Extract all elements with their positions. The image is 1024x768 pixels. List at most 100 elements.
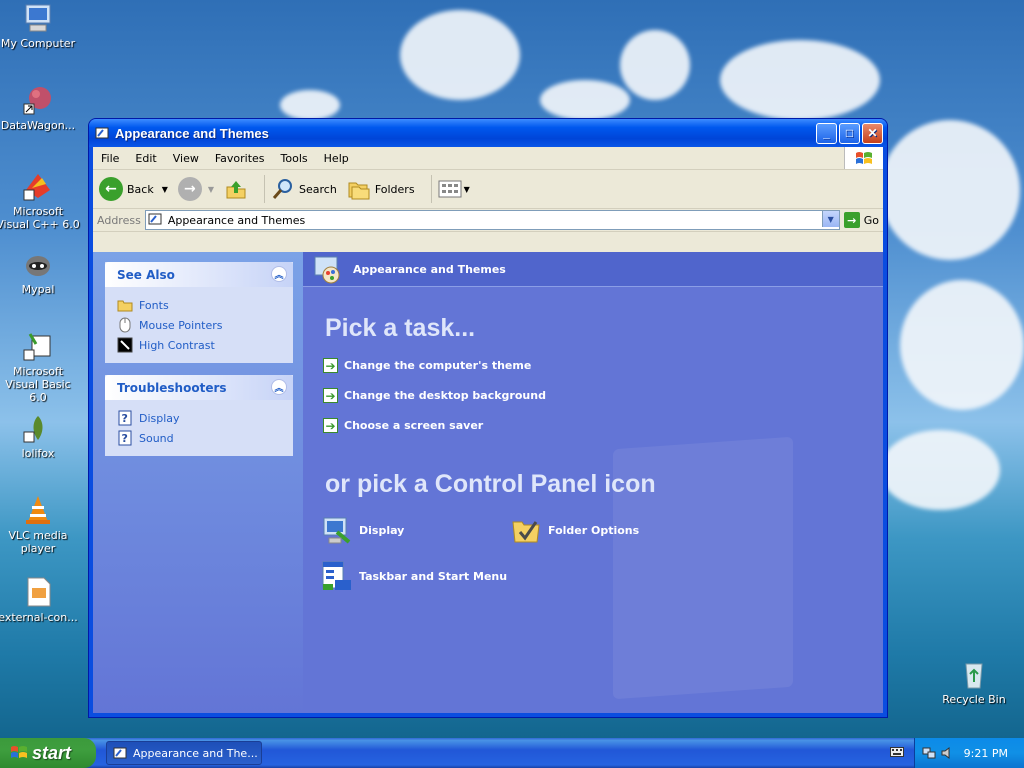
forward-button[interactable]: → ▼: [177, 177, 214, 201]
file-icon: [22, 576, 54, 608]
system-tray: 9:21 PM: [914, 738, 1024, 768]
desktop-icon-label: external-con...: [0, 611, 78, 624]
desktop-icon-label: Microsoft Visual Basic 6.0: [5, 365, 71, 404]
search-button[interactable]: Search: [271, 177, 337, 201]
pick-task-heading: Pick a task...: [325, 314, 476, 342]
menu-favorites[interactable]: Favorites: [207, 152, 273, 165]
collapse-icon[interactable]: ︽: [271, 379, 287, 395]
menu-tools[interactable]: Tools: [273, 152, 316, 165]
green-arrow-icon: ➔: [323, 358, 338, 373]
mypal-icon: [22, 248, 54, 280]
folders-button[interactable]: Folders: [347, 177, 415, 201]
minimize-button[interactable]: _: [816, 122, 837, 144]
help-icon: ?: [117, 410, 133, 426]
menu-bar: File Edit View Favorites Tools Help: [93, 147, 883, 170]
menu-help[interactable]: Help: [316, 152, 357, 165]
views-button[interactable]: ▼: [438, 179, 470, 199]
folders-icon: [348, 182, 370, 200]
appearance-themes-icon: [314, 256, 340, 284]
collapse-icon[interactable]: ︽: [271, 266, 287, 282]
link-fonts[interactable]: Fonts: [117, 295, 281, 315]
menu-file[interactable]: File: [93, 152, 127, 165]
forward-arrow-icon: →: [177, 177, 202, 201]
address-value: Appearance and Themes: [167, 213, 306, 227]
desktop-icon-lolifox[interactable]: lolifox: [0, 412, 80, 460]
menu-edit[interactable]: Edit: [127, 152, 164, 165]
troubleshooters-header[interactable]: Troubleshooters ︽: [105, 375, 293, 400]
desktop-icon-label: Recycle Bin: [942, 693, 1006, 706]
cp-icon-display[interactable]: Display: [321, 514, 404, 546]
desktop-icon-my-computer[interactable]: My Computer: [0, 2, 80, 50]
address-field[interactable]: Appearance and Themes ▼: [144, 210, 840, 230]
desktop-icon-external[interactable]: external-con...: [0, 576, 80, 624]
panel-title: Troubleshooters: [117, 380, 227, 395]
taskbar-window-button[interactable]: Appearance and The...: [106, 741, 262, 765]
back-arrow-icon: ←: [99, 177, 123, 201]
search-icon: [272, 179, 293, 199]
dropdown-arrow-icon[interactable]: ▼: [208, 185, 214, 194]
link-label: High Contrast: [139, 338, 215, 352]
go-arrow-icon: →: [843, 212, 860, 228]
title-bar[interactable]: Appearance and Themes _ □ ✕: [89, 119, 887, 147]
volume-icon[interactable]: [940, 746, 954, 760]
cp-icon-taskbar-start-menu[interactable]: Taskbar and Start Menu: [321, 560, 507, 592]
link-label: Sound: [139, 431, 174, 445]
windows-flag-icon: [11, 746, 27, 758]
task-screen-saver[interactable]: ➔ Choose a screen saver: [323, 418, 483, 433]
folders-label: Folders: [374, 182, 415, 196]
desktop-icon-label: My Computer: [0, 37, 76, 50]
up-folder-button[interactable]: [224, 177, 248, 201]
windows-logo-icon: [844, 147, 883, 169]
help-icon: ?: [117, 430, 133, 446]
address-label: Address: [97, 213, 141, 227]
link-sound-troubleshooter[interactable]: ? Sound: [117, 428, 281, 448]
menu-view[interactable]: View: [165, 152, 207, 165]
desktop-icon-label: lolifox: [21, 447, 55, 460]
taskbar-button-label: Appearance and The...: [133, 746, 258, 760]
desktop-icon-vlc[interactable]: VLC media player: [0, 494, 80, 555]
window-title: Appearance and Themes: [115, 125, 269, 141]
folder-options-icon: [512, 521, 540, 543]
pick-icon-heading: or pick a Control Panel icon: [325, 470, 656, 498]
task-pane: See Also ︽ Fonts Mouse Pointers High Con…: [93, 252, 303, 713]
desktop-icon-recycle-bin[interactable]: Recycle Bin: [932, 658, 1016, 706]
up-folder-icon: [226, 181, 246, 199]
svg-text:?: ?: [122, 412, 128, 425]
desktop-icon-datawagon[interactable]: DataWagon...: [0, 84, 80, 132]
fonts-icon: [117, 297, 133, 313]
link-display-troubleshooter[interactable]: ? Display: [117, 408, 281, 428]
visual-cpp-icon: [22, 170, 54, 202]
address-dropdown-icon[interactable]: ▼: [821, 211, 839, 227]
green-arrow-icon: ➔: [323, 418, 338, 433]
dropdown-arrow-icon[interactable]: ▼: [162, 185, 168, 194]
cp-icon-folder-options[interactable]: Folder Options: [510, 514, 639, 546]
link-high-contrast[interactable]: High Contrast: [117, 335, 281, 355]
go-button[interactable]: → Go: [843, 212, 879, 228]
task-label: Choose a screen saver: [344, 419, 484, 432]
panel-title: See Also: [117, 267, 175, 282]
maximize-button[interactable]: □: [839, 122, 860, 144]
search-label: Search: [299, 182, 337, 196]
cp-icon-label: Display: [359, 523, 405, 537]
start-button[interactable]: start: [0, 738, 96, 768]
back-button[interactable]: ← Back ▼: [99, 177, 168, 201]
keyboard-icon[interactable]: [890, 746, 904, 758]
main-pane: Appearance and Themes Pick a task... ➔ C…: [303, 252, 883, 713]
views-icon: [438, 180, 462, 198]
desktop-icon-mypal[interactable]: Mypal: [0, 248, 80, 296]
taskbar-start-menu-icon: [322, 561, 351, 590]
desktop-icon-visual-cpp[interactable]: Microsoft Visual C++ 6.0: [0, 170, 80, 231]
dropdown-arrow-icon[interactable]: ▼: [464, 185, 470, 194]
task-change-background[interactable]: ➔ Change the desktop background: [323, 388, 546, 403]
lolifox-icon: [22, 412, 54, 444]
link-mouse-pointers[interactable]: Mouse Pointers: [117, 315, 281, 335]
desktop-icon-label: Mypal: [21, 283, 55, 296]
task-change-theme[interactable]: ➔ Change the computer's theme: [323, 358, 531, 373]
network-icon[interactable]: [922, 746, 936, 760]
see-also-header[interactable]: See Also ︽: [105, 262, 293, 287]
computer-icon: [22, 2, 54, 34]
start-label: start: [32, 742, 72, 763]
clock: 9:21 PM: [963, 746, 1008, 760]
close-button[interactable]: ✕: [862, 122, 883, 144]
desktop-icon-visual-basic[interactable]: Microsoft Visual Basic 6.0: [0, 330, 80, 404]
